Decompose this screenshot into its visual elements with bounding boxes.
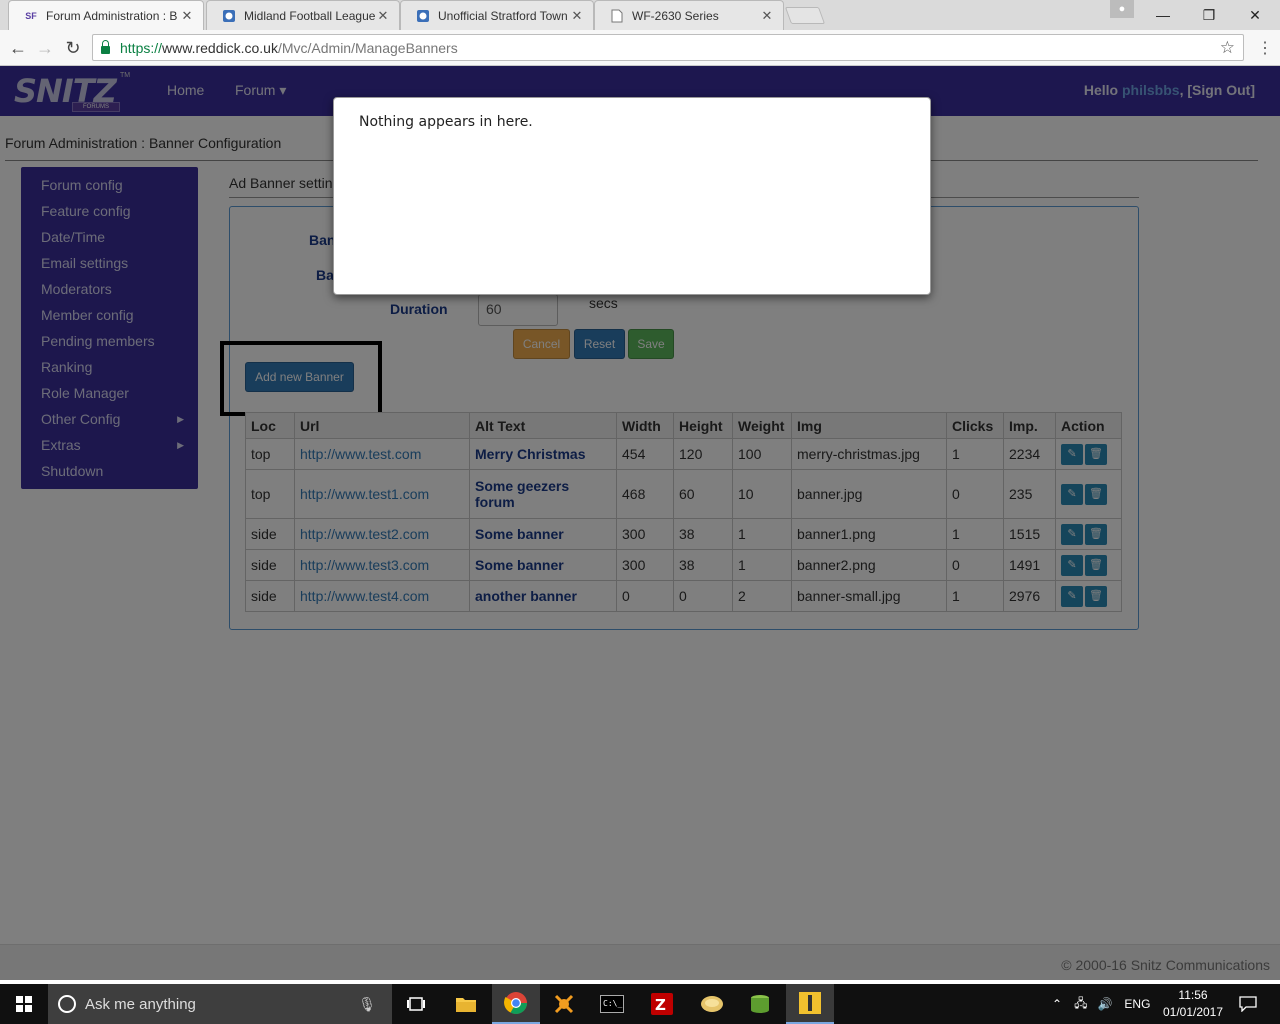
- file-explorer-icon[interactable]: [442, 984, 490, 1024]
- windows-start-icon[interactable]: [0, 984, 48, 1024]
- close-tab-icon[interactable]: ✕: [569, 8, 585, 24]
- reload-icon[interactable]: ↻: [62, 37, 84, 59]
- browser-tab-wf2630[interactable]: WF-2630 Series ✕: [594, 0, 784, 30]
- close-tab-icon[interactable]: ✕: [179, 8, 195, 24]
- database-app-icon[interactable]: [736, 984, 784, 1024]
- close-tab-icon[interactable]: ✕: [375, 8, 391, 24]
- taskbar-clock[interactable]: 11:56 01/01/2017: [1160, 987, 1226, 1021]
- tab-title: Forum Administration : B: [46, 8, 178, 23]
- volume-icon[interactable]: 🔊: [1097, 997, 1112, 1011]
- app-yellow-icon[interactable]: [786, 984, 834, 1024]
- minimize-icon[interactable]: —: [1140, 0, 1186, 30]
- task-view-icon[interactable]: [392, 984, 440, 1024]
- url-text: https://www.reddick.co.uk/Mvc/Admin/Mana…: [120, 39, 458, 56]
- browser-tab-midland[interactable]: Midland Football League ✕: [206, 0, 400, 30]
- browser-tab-forum-admin[interactable]: SF Forum Administration : B ✕: [8, 0, 204, 30]
- search-placeholder: Ask me anything: [85, 995, 196, 1013]
- command-prompt-icon[interactable]: C:\_: [588, 984, 636, 1024]
- close-window-icon[interactable]: ✕: [1232, 0, 1278, 30]
- new-tab-button[interactable]: [784, 7, 826, 24]
- restore-icon[interactable]: ❐: [1186, 0, 1232, 30]
- profile-icon[interactable]: ●: [1110, 0, 1134, 18]
- system-tray: ⌃ 🖧 🔊 ENG: [1052, 984, 1150, 1024]
- microphone-icon[interactable]: 🎙: [358, 996, 376, 1013]
- chrome-icon[interactable]: [492, 984, 540, 1024]
- windows-taskbar: Ask me anything 🎙 C:\_ Z ⌃ 🖧 🔊 ENG 11:56…: [0, 984, 1280, 1024]
- close-tab-icon[interactable]: ✕: [759, 8, 775, 24]
- language-indicator[interactable]: ENG: [1124, 997, 1150, 1011]
- modal-body-text: Nothing appears in here.: [359, 114, 533, 130]
- app-tool-icon[interactable]: [540, 984, 588, 1024]
- cortana-search-box[interactable]: Ask me anything 🎙: [48, 984, 392, 1024]
- bookmark-star-icon[interactable]: ☆: [1220, 38, 1235, 58]
- tab-title: Unofficial Stratford Town: [438, 8, 568, 23]
- snitz-favicon-icon: SF: [25, 10, 37, 21]
- forward-arrow-icon[interactable]: →: [34, 37, 56, 59]
- network-icon[interactable]: 🖧: [1074, 994, 1087, 1015]
- filezilla-icon[interactable]: Z: [638, 984, 686, 1024]
- action-center-icon[interactable]: [1226, 984, 1270, 1024]
- app-folder-icon[interactable]: [688, 984, 736, 1024]
- browser-tab-stratford[interactable]: Unofficial Stratford Town ✕: [400, 0, 594, 30]
- globe-favicon-icon: [221, 8, 237, 24]
- menu-kebab-icon[interactable]: ⋮: [1257, 38, 1273, 58]
- svg-text:Z: Z: [655, 996, 666, 1014]
- tab-title: WF-2630 Series: [632, 8, 719, 23]
- globe-favicon-icon: [415, 8, 431, 24]
- cortana-circle-icon: [58, 995, 76, 1013]
- browser-tabstrip: SF Forum Administration : B ✕ Midland Fo…: [0, 0, 1280, 30]
- page-favicon-icon: [609, 8, 625, 24]
- modal-dialog: Nothing appears in here.: [333, 97, 931, 295]
- address-bar[interactable]: https://www.reddick.co.uk/Mvc/Admin/Mana…: [92, 34, 1244, 61]
- tab-title: Midland Football League: [244, 8, 375, 23]
- back-arrow-icon[interactable]: ←: [7, 37, 29, 59]
- svg-text:C:\_: C:\_: [603, 999, 622, 1008]
- browser-toolbar: ← → ↻ https://www.reddick.co.uk/Mvc/Admi…: [0, 30, 1280, 66]
- chevron-up-icon[interactable]: ⌃: [1052, 997, 1062, 1011]
- lock-icon: [101, 39, 110, 54]
